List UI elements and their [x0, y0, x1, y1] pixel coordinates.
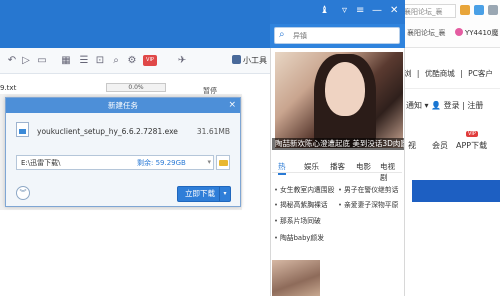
link-1[interactable]: 优酷商城 — [425, 69, 455, 78]
news-tabs: 热 娱乐 播客 电影 电视剧 — [272, 159, 402, 182]
minimize-icon[interactable]: ▿ — [342, 5, 347, 17]
news-thumbnail[interactable] — [272, 260, 320, 296]
search-input[interactable] — [293, 30, 393, 42]
chevron-down-icon[interactable]: ▾ — [207, 158, 211, 166]
save-path-text: E:\迅雷下载\ — [21, 159, 61, 167]
chevron-down-icon: ︾ — [19, 189, 27, 197]
grid-icon[interactable]: ▦ — [60, 55, 72, 67]
close-icon[interactable]: × — [228, 98, 236, 113]
free-space: 剩余: 59.29GB — [137, 159, 186, 167]
download-now-button[interactable]: 立即下载 ▾ — [177, 186, 231, 202]
key-icon[interactable] — [460, 5, 470, 15]
news-item[interactable]: 亲爱妻子深物平原 — [338, 199, 398, 209]
task-file-name[interactable]: 9.txt — [0, 84, 16, 92]
tab-tv[interactable]: 电视剧 — [380, 161, 402, 183]
minus-icon[interactable]: — — [372, 5, 382, 17]
file-name: youkuclient_setup_hy_6.6.2.7281.exe — [37, 127, 178, 136]
expand-options-button[interactable]: ︾ — [16, 186, 30, 200]
vip-tag: VIP — [466, 131, 478, 137]
tab-label: YY4410魔 — [465, 29, 499, 37]
start-icon[interactable]: ▷ — [20, 55, 32, 67]
separator: | — [462, 101, 465, 110]
separator: | — [460, 69, 463, 78]
blue-banner — [412, 180, 500, 202]
folder-icon[interactable]: ▭ — [36, 55, 48, 67]
login-area: 通知 ▾ 👤 登录 | 注册 — [406, 100, 483, 111]
tools-label: 小工具 — [243, 56, 267, 65]
nav-left-label[interactable]: 视 — [408, 140, 416, 151]
news-item[interactable]: 揭秘高紫胸裸话 — [274, 199, 328, 209]
vip-badge[interactable]: VIP — [143, 55, 157, 66]
news-item[interactable]: 那系片场同破 — [274, 215, 321, 225]
list-icon[interactable]: ☰ — [78, 55, 90, 67]
tools-button[interactable]: 小工具 — [232, 55, 267, 66]
separator: | — [416, 69, 420, 78]
login-link[interactable]: 登录 — [444, 101, 460, 110]
file-size: 31.61MB — [196, 127, 230, 136]
notify-link[interactable]: 通知 — [406, 101, 422, 110]
xunlei-titlebar — [0, 0, 270, 48]
shirt-icon[interactable]: ♝ — [320, 5, 329, 17]
link-0[interactable]: 浏 — [404, 69, 412, 78]
close-icon[interactable]: ✕ — [390, 5, 398, 17]
chevron-down-icon[interactable]: ▾ — [425, 101, 429, 110]
headline-caption[interactable]: 陶喆新欢陈心澄遭起底 美到没话3D肉圆圆 — [272, 138, 404, 150]
save-path-field[interactable]: E:\迅雷下载\ 剩余: 59.29GB ▾ — [16, 155, 214, 170]
news-item[interactable]: 陶喆baby颜发 — [274, 232, 324, 242]
photo-face — [325, 62, 365, 116]
tab-hot[interactable]: 热 — [278, 161, 286, 175]
top-links: 浏 | 优酷商城 | PC客户 — [404, 68, 496, 79]
browse-folder-button[interactable] — [216, 155, 230, 170]
user-icon: 👤 — [431, 101, 442, 110]
news-item[interactable]: 男子在警仪继剪话 — [338, 184, 398, 194]
nav-app-download[interactable]: APP下载 — [456, 140, 487, 151]
task-progress-bar: 0.0% — [106, 83, 166, 92]
download-label: 立即下载 — [185, 189, 215, 198]
user-icon[interactable] — [488, 5, 498, 15]
menu-icon[interactable]: ≡ — [356, 5, 364, 17]
divider — [400, 88, 500, 89]
tab-xiangyang[interactable]: 襄阳论坛_襄 — [404, 24, 450, 42]
nav-member[interactable]: 会员 — [432, 140, 448, 151]
toolbox-icon — [232, 55, 241, 64]
link-2[interactable]: PC客户 — [468, 69, 493, 78]
tab-movie[interactable]: 电影 — [356, 161, 371, 172]
new-task-dialog: 新建任务 × youkuclient_setup_hy_6.6.2.7281.e… — [5, 97, 241, 207]
tab-entertainment[interactable]: 娱乐 — [304, 161, 319, 172]
tab-podcast[interactable]: 播客 — [330, 161, 345, 172]
chevron-down-icon[interactable]: ▾ — [219, 187, 230, 201]
address-text: 襄阳论坛_襄 — [404, 8, 443, 16]
dialog-title: 新建任务 × — [6, 98, 240, 113]
dialog-title-text: 新建任务 — [108, 101, 138, 110]
tab-yy4410[interactable]: YY4410魔 — [452, 24, 500, 42]
background-address-bar[interactable]: 襄阳论坛_襄 — [400, 4, 456, 18]
back-icon[interactable]: ↶ — [6, 55, 18, 67]
shield-icon[interactable] — [474, 5, 484, 15]
news-item[interactable]: 女生教室内遭围殴 — [274, 184, 334, 194]
progress-text: 0.0% — [128, 84, 144, 91]
task-icon[interactable]: ⊡ — [94, 55, 106, 67]
tab-label: 襄阳论坛_襄 — [407, 29, 446, 37]
yy-logo-icon — [455, 28, 463, 36]
rocket-icon[interactable]: ✈ — [176, 55, 188, 67]
register-link[interactable]: 注册 — [467, 101, 483, 110]
search-icon: ⌕ — [279, 29, 285, 40]
exe-file-icon — [16, 122, 29, 137]
side-window-titlebar — [270, 0, 405, 24]
search-icon[interactable]: ⌕ — [110, 55, 122, 67]
gear-icon[interactable]: ⚙ — [126, 55, 138, 67]
search-field[interactable]: ⌕ — [274, 27, 400, 44]
